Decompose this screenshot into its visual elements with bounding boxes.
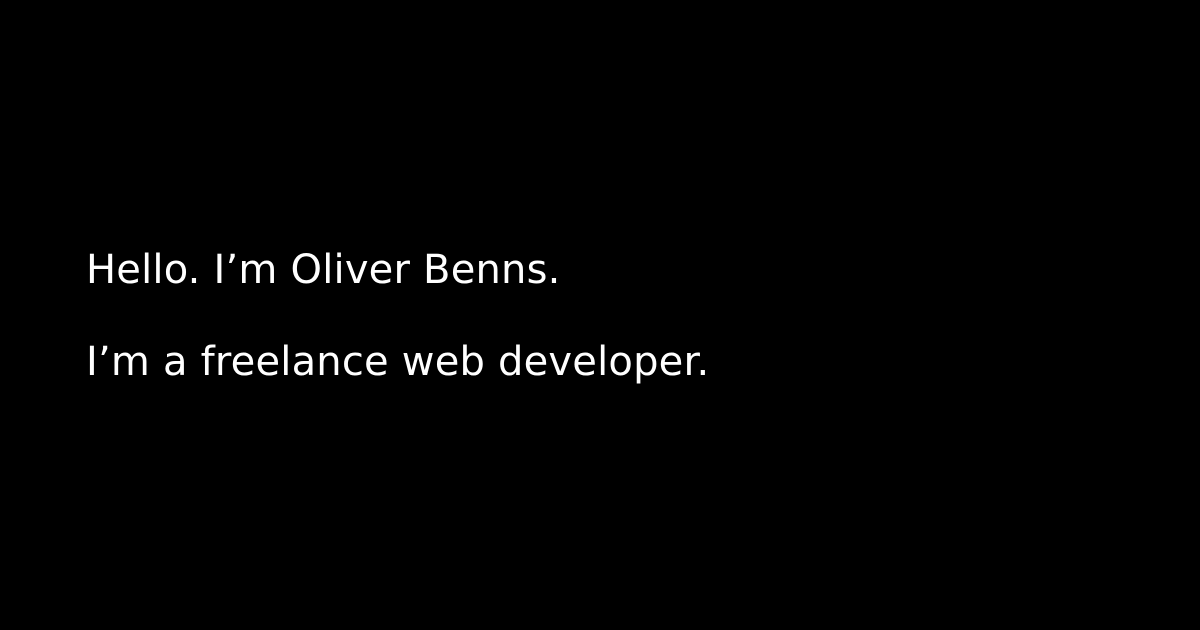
intro-text: Hello. I’m Oliver Benns. I’m a freelance… bbox=[86, 246, 709, 386]
social-card: Hello. I’m Oliver Benns. I’m a freelance… bbox=[0, 0, 1200, 630]
tagline-line: I’m a freelance web developer. bbox=[86, 339, 710, 385]
greeting-line: Hello. I’m Oliver Benns. bbox=[86, 247, 561, 293]
